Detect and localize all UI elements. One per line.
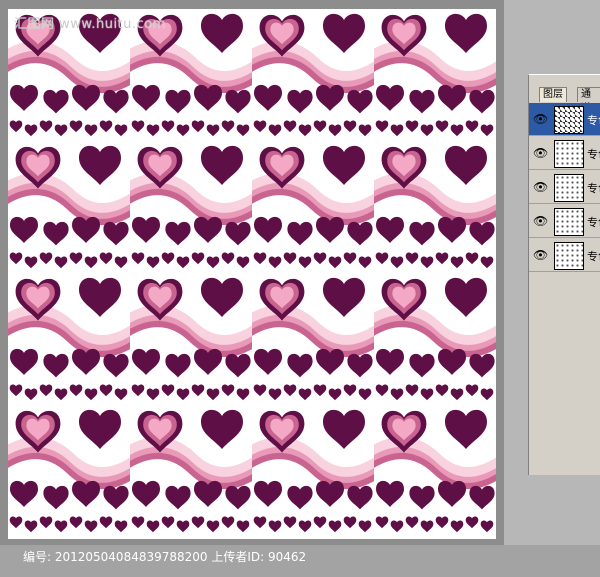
layer-row[interactable]: 👁 专色 xyxy=(529,239,600,272)
layer-name: 专色 xyxy=(587,250,600,263)
layers-panel: 图层 通道 👁 专色 👁 专色 👁 专色 👁 专色 👁 专色 xyxy=(528,74,600,475)
layer-thumbnail xyxy=(554,174,584,202)
layer-row[interactable]: 👁 专色 xyxy=(529,137,600,170)
layer-row[interactable]: 👁 专色 xyxy=(529,205,600,238)
layer-row[interactable]: 👁 专色 xyxy=(529,171,600,204)
layer-name: 专色 xyxy=(587,216,600,229)
layer-name: 专色 xyxy=(587,148,600,161)
image-id-caption: 编号: 20120504084839788200 上传者ID: 90462 xyxy=(23,550,307,564)
layer-thumbnail xyxy=(554,242,584,270)
heart-pattern-canvas[interactable]: 汇图网 www.huitu.com xyxy=(8,9,496,539)
document-canvas-frame: 汇图网 www.huitu.com xyxy=(0,0,504,545)
layer-thumbnail xyxy=(554,140,584,168)
layer-name: 专色 xyxy=(587,114,600,127)
watermark-text: 汇图网 www.huitu.com xyxy=(14,17,166,32)
eye-icon[interactable]: 👁 xyxy=(533,146,549,160)
eye-icon[interactable]: 👁 xyxy=(533,248,549,262)
layer-name: 专色 xyxy=(587,182,600,195)
layer-thumbnail xyxy=(554,208,584,236)
layers-panel-empty-area xyxy=(529,355,600,475)
layer-row[interactable]: 👁 专色 xyxy=(529,103,600,136)
layer-thumbnail xyxy=(554,106,584,134)
tab-channels[interactable]: 通道 xyxy=(577,87,600,114)
eye-icon[interactable]: 👁 xyxy=(533,112,549,126)
tab-layers[interactable]: 图层 xyxy=(539,87,567,102)
eye-icon[interactable]: 👁 xyxy=(533,180,549,194)
eye-icon[interactable]: 👁 xyxy=(533,214,549,228)
footer-bar: 编号: 20120504084839788200 上传者ID: 90462 xyxy=(0,545,600,577)
heart-pattern-graphic xyxy=(8,9,496,539)
